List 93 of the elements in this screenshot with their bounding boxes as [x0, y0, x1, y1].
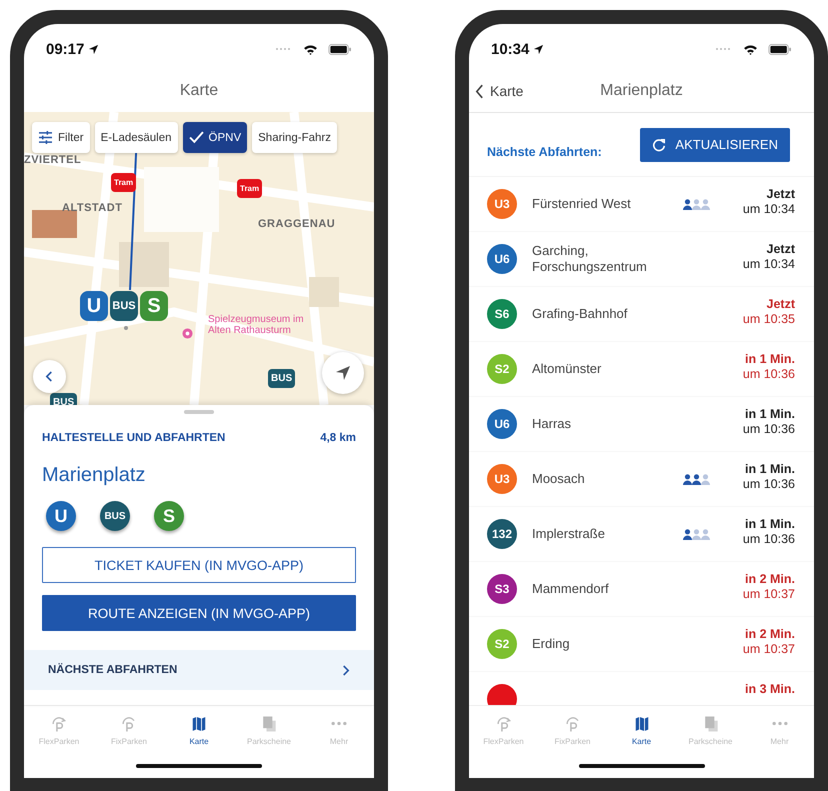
tab-bar-item[interactable]: Karte	[612, 714, 672, 746]
transit-mode-icon: U	[46, 501, 76, 531]
relative-time: in 2 Min.	[745, 572, 795, 587]
district-label: ZVIERTEL	[24, 154, 82, 166]
destination-label: Garching, Forschungszentrum	[532, 243, 647, 274]
refresh-icon	[652, 138, 666, 152]
back-link[interactable]: Karte	[475, 70, 524, 112]
line-badge: 132	[487, 519, 517, 549]
line-badge: U3	[487, 189, 517, 219]
refresh-button[interactable]: AKTUALISIEREN	[640, 128, 790, 162]
stop-marker[interactable]: S	[140, 291, 168, 321]
more-icon	[770, 721, 790, 726]
navigation-arrow-icon	[335, 365, 351, 381]
section-heading: HALTESTELLE UND ABFAHRTEN	[42, 432, 226, 444]
bus-stop-marker[interactable]: BUS	[50, 393, 78, 405]
departure-time: um 10:35	[742, 312, 795, 327]
next-departures-link[interactable]: NÄCHSTE ABFAHRTEN	[24, 650, 374, 690]
departure-time: um 10:37	[742, 642, 795, 657]
occupancy-icon	[682, 198, 710, 210]
stop-name: Marienplatz	[42, 464, 146, 487]
ticket-button[interactable]: TICKET KAUFEN (IN MVGO-APP)	[42, 547, 356, 583]
drag-handle[interactable]	[184, 410, 214, 414]
route-button[interactable]: ROUTE ANZEIGEN (IN MVGO-APP)	[42, 595, 356, 631]
filter-chip[interactable]: E-Ladesäulen	[94, 122, 178, 153]
filter-chip[interactable]: Sharing-Fahrz	[252, 122, 338, 153]
destination-label: Implerstraße	[532, 526, 605, 541]
departure-time: um 10:36	[742, 532, 795, 547]
relative-time: in 1 Min.	[745, 517, 795, 532]
district-label: ALTSTADT	[62, 202, 122, 214]
check-icon	[188, 131, 204, 144]
filter-chip[interactable]: ÖPNV	[182, 122, 248, 153]
destination-label: Mammendorf	[532, 581, 609, 596]
relative-time: Jetzt	[766, 297, 795, 312]
stop-marker[interactable]: U	[80, 291, 108, 321]
stop-point-icon	[124, 326, 128, 330]
section-heading: Nächste Abfahrten:	[487, 144, 602, 158]
status-time: 09:17	[46, 40, 84, 58]
district-label: GRAGGENAU	[258, 218, 336, 230]
line-badge: U6	[487, 244, 517, 274]
tram-stop-marker[interactable]: Tram	[237, 179, 262, 198]
relative-time: in 3 Min.	[745, 682, 795, 697]
relative-time: in 1 Min.	[745, 352, 795, 367]
relative-time: Jetzt	[766, 242, 795, 257]
relative-time: in 2 Min.	[745, 627, 795, 642]
departure-time: um 10:37	[742, 587, 795, 602]
departure-time: um 10:36	[742, 422, 795, 437]
screen-title: Karte	[180, 82, 218, 100]
poi-label[interactable]: Spielzeugmuseum im Alten Rathausturm	[208, 314, 318, 336]
filter-button[interactable]: Filter	[32, 122, 90, 153]
destination-label: Erding	[532, 636, 570, 651]
stop-marker[interactable]: BUS	[110, 291, 138, 321]
line-badge: S3	[487, 574, 517, 604]
chevron-right-icon	[341, 664, 350, 676]
destination-label: Harras	[532, 416, 572, 431]
departure-time: um 10:36	[742, 367, 795, 382]
battery-icon	[328, 44, 352, 54]
line-badge: S2	[487, 629, 517, 659]
tab-bar-item[interactable]: Karte	[169, 714, 229, 746]
destination-label: Grafing-Bahnhof	[532, 306, 628, 321]
line-badge: U3	[487, 464, 517, 494]
signal-icon	[713, 47, 733, 51]
destination-label: Altomünster	[532, 361, 602, 376]
departure-time: um 10:34	[742, 257, 795, 272]
more-icon	[329, 721, 349, 726]
bus-stop-marker[interactable]: BUS	[268, 369, 296, 388]
sliders-icon	[38, 131, 53, 144]
occupancy-icon	[682, 528, 710, 540]
chevron-left-icon	[475, 84, 484, 98]
screen-title: Marienplatz	[600, 82, 683, 100]
status-time: 10:34	[491, 40, 530, 58]
line-badge: U6	[487, 409, 517, 439]
departure-time: um 10:34	[742, 202, 795, 217]
tram-stop-marker[interactable]: Tram	[111, 173, 136, 192]
wifi-icon	[303, 44, 318, 54]
line-badge: S2	[487, 354, 517, 384]
line-badge: S6	[487, 299, 517, 329]
relative-time: Jetzt	[766, 187, 795, 202]
destination-label: Fürstenried West	[532, 196, 631, 211]
departure-time: um 10:36	[742, 477, 795, 492]
distance-label: 4,8 km	[320, 432, 356, 444]
location-arrow-icon	[88, 44, 100, 54]
battery-icon	[768, 44, 792, 54]
wifi-icon	[743, 44, 758, 54]
location-arrow-icon	[533, 44, 544, 54]
chevron-left-icon	[45, 370, 54, 383]
destination-label: Moosach	[532, 471, 585, 486]
relative-time: in 1 Min.	[745, 407, 795, 422]
poi-pin-icon	[182, 328, 193, 339]
transit-mode-icon: BUS	[100, 501, 130, 531]
relative-time: in 1 Min.	[745, 462, 795, 477]
transit-mode-icon: S	[154, 501, 184, 531]
signal-icon	[273, 47, 293, 51]
occupancy-icon	[682, 474, 710, 484]
